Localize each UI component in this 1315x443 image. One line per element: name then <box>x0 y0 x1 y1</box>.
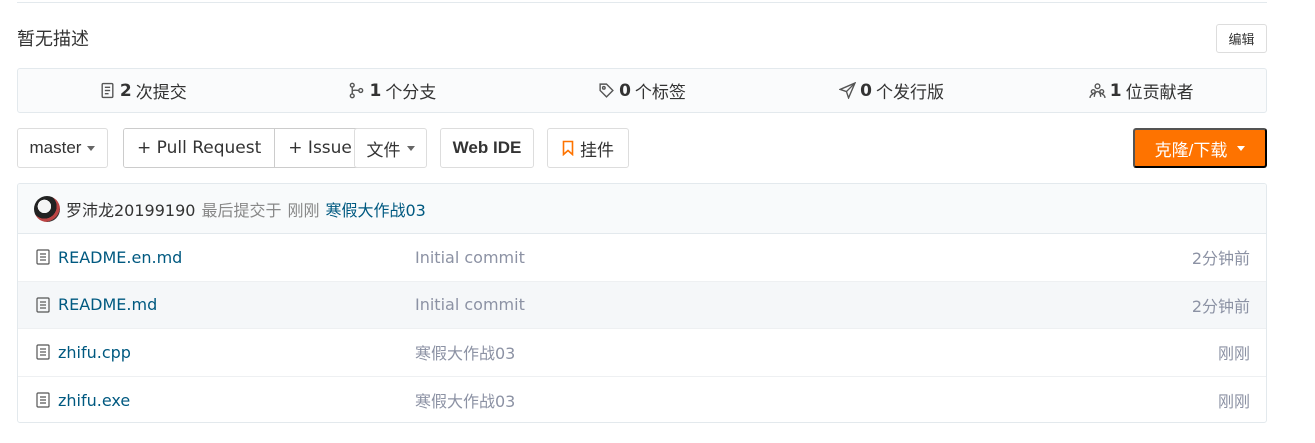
release-icon <box>839 82 857 99</box>
pr-issue-group: + Pull Request + Issue <box>123 128 366 168</box>
commit-prefix: 最后提交于 <box>201 200 282 220</box>
file-commit-message[interactable]: Initial commit <box>415 248 1192 267</box>
stat-commits-label: 次提交 <box>135 83 187 103</box>
file-name-cell: zhifu.cpp <box>18 343 415 362</box>
file-name-cell: README.en.md <box>18 248 415 267</box>
repo-description: 暂无描述 <box>17 29 89 50</box>
edit-description-button[interactable]: 编辑 <box>1216 24 1267 53</box>
file-time: 刚刚 <box>1217 392 1250 412</box>
file-name[interactable]: zhifu.exe <box>58 391 130 410</box>
stat-branches-count: 1 <box>369 80 382 101</box>
pull-request-button[interactable]: + Pull Request <box>124 129 275 167</box>
stat-contributors-label: 位贡献者 <box>1125 83 1194 103</box>
last-commit-bar: 罗沛龙20199190 最后提交于 刚刚 寒假大作战03 <box>18 184 1266 234</box>
file-icon <box>36 344 50 360</box>
chevron-down-icon <box>406 145 415 151</box>
web-ide-button[interactable]: Web IDE <box>440 128 534 168</box>
clone-download-label: 克隆/下载 <box>1154 140 1228 160</box>
repo-stats-bar: 2 次提交 1 个分支 0 个标签 0 个发行版 1 位贡献者 <box>17 68 1267 113</box>
stat-releases-count: 0 <box>860 80 872 101</box>
widget-button-label: 挂件 <box>580 140 614 160</box>
file-name-cell: README.md <box>18 295 415 314</box>
file-time: 2分钟前 <box>1191 296 1250 316</box>
file-icon <box>36 392 50 408</box>
file-name[interactable]: zhifu.cpp <box>58 343 131 362</box>
chevron-down-icon <box>87 145 96 151</box>
stat-branches[interactable]: 1 个分支 <box>268 78 518 103</box>
file-row[interactable]: README.en.md Initial commit 2分钟前 <box>18 234 1266 282</box>
file-time: 2分钟前 <box>1191 249 1250 269</box>
file-commit-message[interactable]: 寒假大作战03 <box>415 340 1218 364</box>
chevron-down-icon <box>1237 145 1246 151</box>
stat-releases-label: 个发行版 <box>876 83 944 103</box>
file-commit-message[interactable]: Initial commit <box>415 295 1192 314</box>
stat-commits-count: 2 <box>119 80 132 101</box>
file-row[interactable]: README.md Initial commit 2分钟前 <box>18 281 1266 329</box>
branch-icon <box>350 82 364 99</box>
file-time: 刚刚 <box>1217 344 1250 364</box>
stat-tags[interactable]: 0 个标签 <box>517 78 767 103</box>
avatar[interactable] <box>34 195 60 222</box>
file-icon <box>36 249 50 265</box>
issue-button[interactable]: + Issue <box>274 129 365 167</box>
bookmark-icon <box>562 140 574 156</box>
file-name-cell: zhifu.exe <box>18 391 415 410</box>
file-name[interactable]: README.md <box>58 295 157 314</box>
stat-releases[interactable]: 0 个发行版 <box>767 78 1017 103</box>
files-dropdown-button[interactable]: 文件 <box>354 128 427 168</box>
stat-tags-label: 个标签 <box>634 83 686 103</box>
commit-message[interactable]: 寒假大作战03 <box>325 197 425 221</box>
file-icon <box>36 297 50 313</box>
tag-icon <box>599 83 614 98</box>
commit-icon <box>101 82 114 99</box>
top-divider <box>17 0 1267 3</box>
commit-time: 刚刚 <box>287 200 320 220</box>
contributors-icon <box>1089 83 1106 98</box>
file-commit-message[interactable]: 寒假大作战03 <box>415 388 1218 412</box>
stat-tags-count: 0 <box>619 80 631 101</box>
clone-download-button[interactable]: 克隆/下载 <box>1133 128 1267 168</box>
widget-button[interactable]: 挂件 <box>547 128 629 168</box>
stat-contributors-count: 1 <box>1109 80 1122 101</box>
branch-select-label: master <box>29 138 82 157</box>
file-row[interactable]: zhifu.cpp 寒假大作战03 刚刚 <box>18 329 1266 377</box>
stat-contributors[interactable]: 1 位贡献者 <box>1016 78 1266 103</box>
file-name[interactable]: README.en.md <box>58 248 182 267</box>
stat-branches-label: 个分支 <box>385 83 437 103</box>
files-dropdown-label: 文件 <box>366 140 401 160</box>
commit-author[interactable]: 罗沛龙20199190 <box>66 197 195 221</box>
stat-commits[interactable]: 2 次提交 <box>18 78 268 103</box>
file-row[interactable]: zhifu.exe 寒假大作战03 刚刚 <box>18 377 1266 423</box>
branch-select[interactable]: master <box>17 128 108 168</box>
file-list: 罗沛龙20199190 最后提交于 刚刚 寒假大作战03 README.en.m… <box>17 183 1267 423</box>
